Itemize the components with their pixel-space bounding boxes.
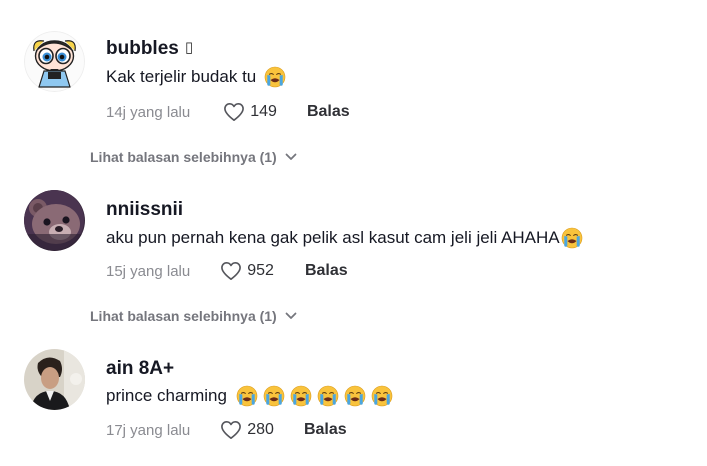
crying-face-icon (371, 385, 393, 407)
heart-icon (220, 261, 242, 281)
timestamp: 17j yang lalu (106, 421, 191, 439)
crying-face-icon (236, 385, 258, 407)
comment-meta: 15j yang lalu 952 Balas (106, 260, 348, 282)
timestamp: 15j yang lalu (106, 262, 191, 280)
username-text: bubbles (106, 38, 179, 59)
avatar[interactable] (24, 190, 85, 251)
chevron-down-icon (285, 153, 297, 161)
comment-meta: 17j yang lalu 280 Balas (106, 419, 347, 441)
chevron-down-icon (285, 312, 297, 320)
view-more-replies-button[interactable]: Lihat balasan selebihnya (1) (90, 149, 297, 165)
like-button[interactable]: 149 (223, 102, 277, 122)
powerpuff-bubbles-avatar-icon (24, 31, 85, 92)
like-button[interactable]: 280 (220, 420, 274, 440)
username[interactable]: ain 8A+ (106, 358, 174, 380)
comment-text-body: Kak terjelir budak tu (106, 67, 257, 86)
view-more-replies-button[interactable]: Lihat balasan selebihnya (1) (90, 308, 297, 324)
heart-icon (220, 420, 242, 440)
comment-text-body: prince charming (106, 386, 227, 405)
crying-face-icon (561, 227, 583, 249)
reply-button[interactable]: Balas (304, 421, 347, 439)
timestamp: 14j yang lalu (106, 103, 191, 121)
comment-text: prince charming (106, 385, 393, 407)
comment-text-body: aku pun pernah kena gak pelik asl kasut … (106, 228, 560, 247)
avatar[interactable] (24, 31, 85, 92)
like-count: 149 (250, 103, 277, 120)
reply-button[interactable]: Balas (305, 262, 348, 280)
like-button[interactable]: 952 (220, 261, 274, 281)
heart-icon (223, 102, 245, 122)
crying-face-icon (344, 385, 366, 407)
comment-text: Kak terjelir budak tu (106, 66, 286, 88)
bear-avatar-icon (24, 190, 85, 251)
crying-face-icon (317, 385, 339, 407)
like-count: 280 (247, 421, 274, 438)
username[interactable]: nniissnii (106, 199, 183, 221)
reply-button[interactable]: Balas (307, 103, 350, 121)
crying-face-icon (263, 385, 285, 407)
like-count: 952 (247, 262, 274, 279)
comment-text: aku pun pernah kena gak pelik asl kasut … (106, 227, 583, 249)
view-more-replies-label: Lihat balasan selebihnya (1) (90, 149, 277, 165)
comment-meta: 14j yang lalu 149 Balas (106, 101, 350, 123)
avatar[interactable] (24, 349, 85, 410)
view-more-replies-label: Lihat balasan selebihnya (1) (90, 308, 277, 324)
crying-face-icon (290, 385, 312, 407)
username[interactable]: bubbles ▯ (106, 38, 193, 60)
crying-face-icon (264, 66, 286, 88)
unknown-glyph-badge: ▯ (184, 39, 194, 56)
person-photo-avatar-icon (24, 349, 85, 410)
